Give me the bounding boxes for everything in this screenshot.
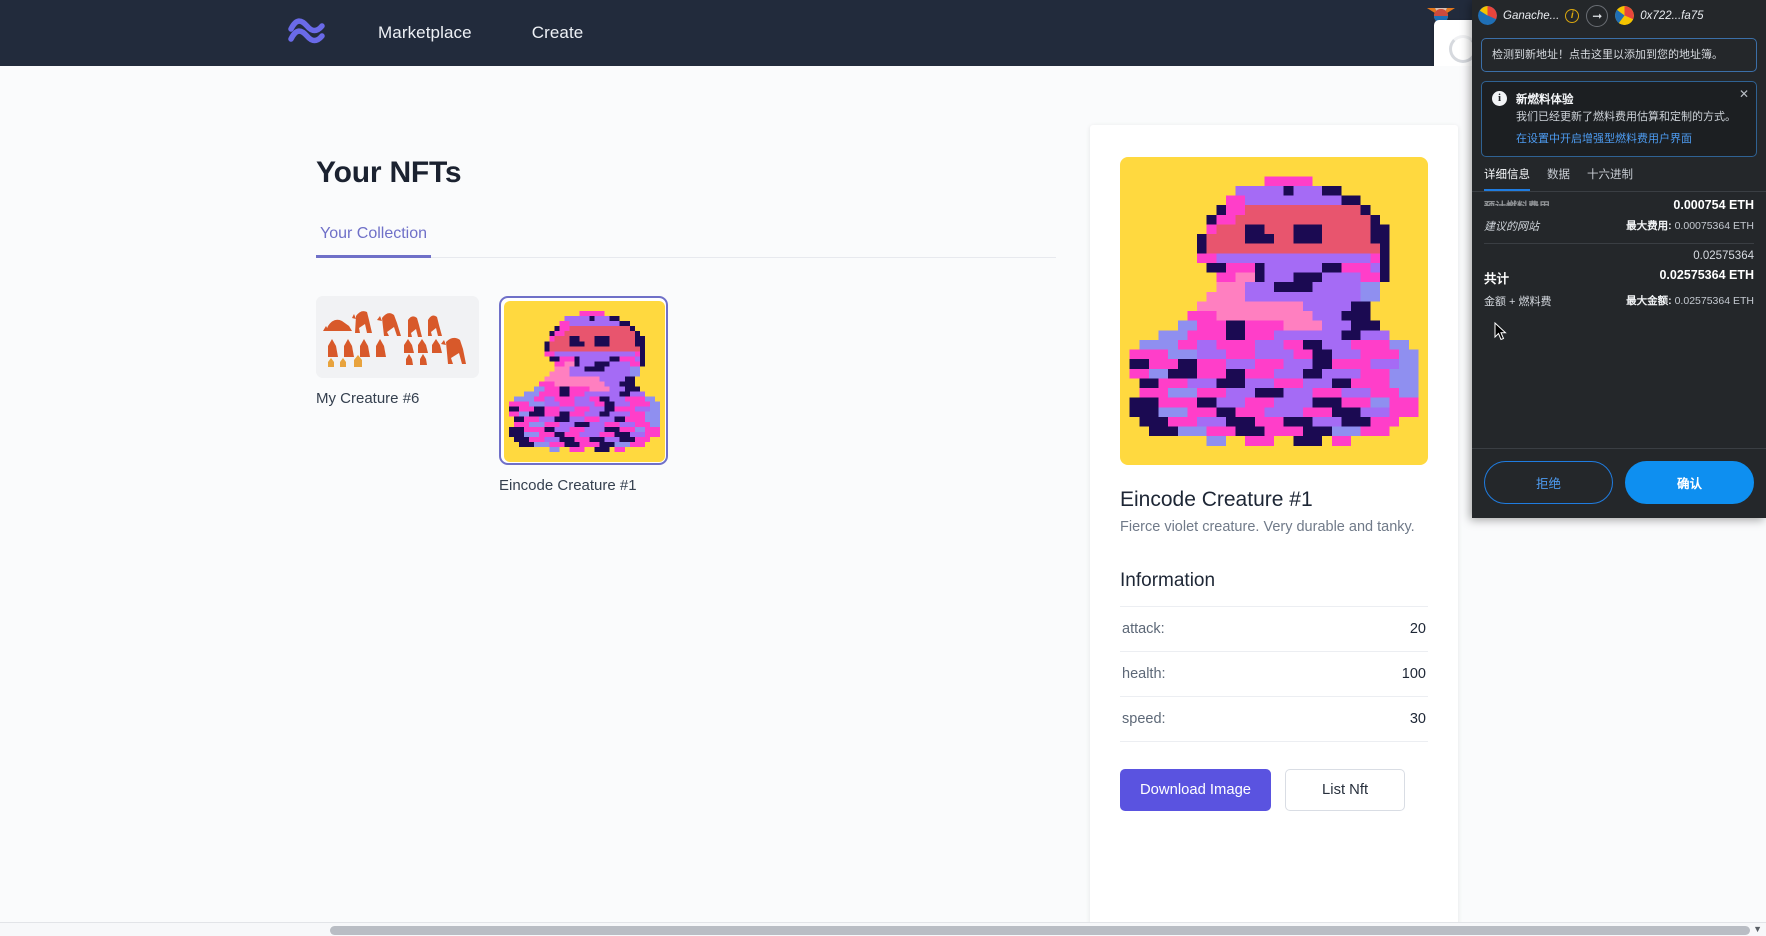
gas-banner-link[interactable]: 在设置中开启增强型燃料费用户界面: [1516, 130, 1736, 146]
tab-hex[interactable]: 十六进制: [1587, 166, 1633, 191]
total-max-label: 最大金额:: [1626, 294, 1672, 307]
browser-page: Marketplace Create Ganache Your NFTs You…: [0, 0, 1766, 936]
metamask-detail-rows: 预计燃料费用 0.000754 ETH 建议的网站 最大费用: 0.000753…: [1472, 192, 1766, 309]
reject-button[interactable]: 拒绝: [1484, 461, 1613, 504]
pixel-octopus-hero-image: [1120, 157, 1428, 465]
nft-grid: My Creature #6 Eincode Creature #1: [316, 296, 1056, 494]
nft-thumb-wrapper: [316, 296, 479, 378]
wave-logo-icon[interactable]: [286, 16, 328, 50]
gas-fee-max-value: 0.00075364 ETH: [1674, 219, 1754, 232]
gas-fee-subrow: 建议的网站 最大费用: 0.00075364 ETH: [1484, 212, 1754, 234]
metamask-footer: 拒绝 确认: [1472, 448, 1766, 518]
info-icon: i: [1492, 91, 1507, 107]
total-max: 最大金额: 0.02575364 ETH: [1626, 293, 1754, 308]
tab-details[interactable]: 详细信息: [1484, 166, 1530, 191]
total-amount-plain: 0.02575364: [1693, 249, 1754, 262]
tab-data[interactable]: 数据: [1547, 166, 1570, 191]
to-account-address: 0x722...fa75: [1640, 9, 1704, 22]
new-address-notice[interactable]: 检测到新地址！点击这里以添加到您的地址簿。: [1481, 38, 1757, 73]
mouse-cursor-icon: [1494, 322, 1507, 341]
confirm-button[interactable]: 确认: [1625, 461, 1754, 504]
nft-card-label: My Creature #6: [316, 390, 420, 407]
information-heading: Information: [1120, 570, 1216, 591]
arrow-right-icon: ➞: [1586, 4, 1609, 27]
total-max-value: 0.02575364 ETH: [1674, 294, 1754, 307]
metamask-confirm-popup: Ganache... i ➞ 0x722...fa75 检测到新地址！点击这里以…: [1472, 0, 1766, 518]
metamask-tabs: 详细信息 数据 十六进制: [1472, 166, 1766, 192]
nav-links: Marketplace Create: [378, 23, 583, 43]
from-account-identicon-icon: [1478, 6, 1497, 25]
total-label: 共计: [1484, 271, 1510, 286]
gas-fee-max: 最大费用: 0.00075364 ETH: [1626, 218, 1754, 233]
pixel-octopus-thumbnail-icon: [504, 301, 665, 462]
to-account-identicon-icon: [1615, 6, 1635, 25]
list-nft-button[interactable]: List Nft: [1285, 769, 1406, 811]
sprite-sheet-thumbnail-icon: [316, 296, 479, 378]
gas-banner-body: 新燃料体验 我们已经更新了燃料费用估算和定制的方式。 在设置中开启增强型燃料费用…: [1516, 91, 1736, 145]
nft-thumb-wrapper-selected: [499, 296, 668, 465]
nft-detail-card: Eincode Creature #1 Fierce violet creatu…: [1090, 125, 1458, 930]
total-subrow: 金额 + 燃料费 最大金额: 0.02575364 ETH: [1484, 287, 1754, 309]
total-amount: 0.02575364 ETH: [1659, 267, 1754, 282]
detail-title: Eincode Creature #1: [1120, 488, 1313, 511]
page-title: Your NFTs: [316, 156, 462, 189]
nft-card-label: Eincode Creature #1: [499, 477, 637, 494]
close-icon[interactable]: ✕: [1739, 87, 1749, 101]
gas-fee-max-label: 最大费用:: [1626, 219, 1672, 232]
nft-card-my-creature-6[interactable]: My Creature #6: [316, 296, 479, 407]
stat-value: 30: [1409, 711, 1426, 727]
scroll-down-arrow-icon[interactable]: ▼: [1753, 924, 1762, 934]
download-image-button[interactable]: Download Image: [1120, 769, 1272, 811]
stat-key: health:: [1122, 666, 1166, 682]
metamask-header: Ganache... i ➞ 0x722...fa75: [1472, 0, 1766, 31]
from-account-name: Ganache...: [1503, 9, 1560, 22]
tab-your-collection[interactable]: Your Collection: [316, 225, 432, 258]
stats-list: attack: 20 health: 100 speed: 30: [1120, 606, 1428, 742]
collection-column: Your NFTs Your Collection My Creature #6…: [316, 156, 1056, 494]
stat-value: 100: [1401, 666, 1426, 682]
detail-actions: Download Image List Nft: [1120, 769, 1458, 811]
gas-banner-title: 新燃料体验: [1516, 94, 1574, 107]
gas-experience-banner: i 新燃料体验 我们已经更新了燃料费用估算和定制的方式。 在设置中开启增强型燃料…: [1481, 81, 1757, 157]
stat-key: speed:: [1122, 711, 1166, 727]
total-sub-label: 金额 + 燃料费: [1484, 295, 1552, 308]
collection-tabs: Your Collection: [316, 224, 1056, 258]
to-account[interactable]: 0x722...fa75: [1615, 6, 1704, 25]
info-circle-icon[interactable]: i: [1565, 8, 1580, 23]
stat-value: 20: [1409, 621, 1426, 637]
scrollbar-thumb[interactable]: [330, 926, 1750, 935]
total-row: 共计 0.02575364 ETH: [1484, 262, 1754, 287]
total-amount-plain-row: 0.02575364: [1484, 244, 1754, 262]
horizontal-scrollbar[interactable]: ▼: [0, 922, 1766, 936]
detail-description: Fierce violet creature. Very durable and…: [1120, 519, 1415, 535]
table-row: health: 100: [1120, 651, 1428, 696]
nft-card-eincode-creature-1[interactable]: Eincode Creature #1: [499, 296, 668, 494]
stat-key: attack:: [1122, 621, 1165, 637]
gas-fee-row: 预计燃料费用 0.000754 ETH: [1484, 192, 1754, 212]
from-account[interactable]: Ganache... i: [1478, 6, 1580, 25]
nav-link-marketplace[interactable]: Marketplace: [378, 23, 472, 43]
gas-fee-amount: 0.000754 ETH: [1673, 197, 1754, 212]
table-row: speed: 30: [1120, 696, 1428, 742]
gas-fee-label-clipped: 预计燃料费用: [1484, 198, 1550, 206]
gas-fee-source: 建议的网站: [1484, 220, 1539, 233]
gas-banner-description: 我们已经更新了燃料费用估算和定制的方式。: [1516, 111, 1736, 124]
table-row: attack: 20: [1120, 606, 1428, 651]
nav-link-create[interactable]: Create: [532, 23, 584, 43]
